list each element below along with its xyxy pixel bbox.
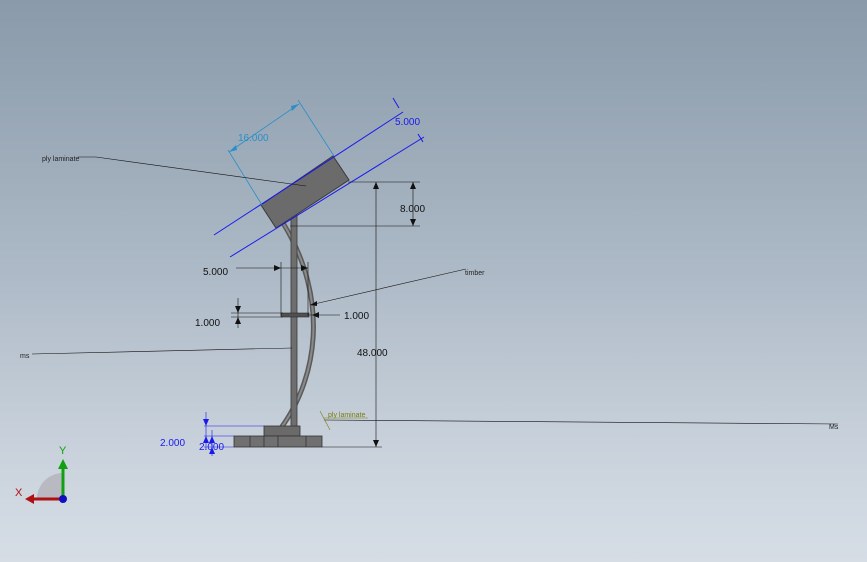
dimension-2: 2.000 2.000 — [160, 412, 264, 456]
cross-plate — [280, 312, 310, 318]
leader-ply-laminate: ply laminate — [42, 156, 307, 187]
dim-8-label[interactable]: 8.000 — [400, 204, 425, 215]
note-ms-left[interactable]: ms — [20, 353, 30, 360]
triad-quarter-disc — [37, 473, 63, 499]
base-bricks — [233, 435, 323, 448]
note-ms-right[interactable]: Ms — [829, 424, 839, 431]
coordinate-triad: Y X — [15, 445, 68, 504]
note-ply-laminate[interactable]: ply laminate — [42, 156, 79, 163]
leader-base-ms: ply laminate Ms — [319, 410, 839, 431]
note-timber[interactable]: timber — [465, 270, 485, 277]
leader-ms-left: ms — [20, 347, 293, 360]
z-axis-dot — [59, 495, 67, 503]
dim-2-right-label[interactable]: 2.000 — [199, 442, 224, 453]
vertical-post — [290, 214, 298, 438]
x-axis-label: X — [15, 487, 23, 499]
dim-5-top-label[interactable]: 5.000 — [395, 117, 420, 128]
note-base-ply[interactable]: ply laminate — [328, 412, 365, 419]
dim-2-left-label[interactable]: 2.000 — [160, 438, 185, 449]
dim-48-label[interactable]: 48.000 — [357, 348, 388, 359]
cad-drawing-canvas[interactable]: 16.000 5.000 8.000 48.000 5.000 1.000 1.… — [0, 0, 867, 562]
dimension-1-left: 1.000 — [195, 298, 283, 329]
dim-5-mid-label[interactable]: 5.000 — [203, 267, 228, 278]
dim-1-right-label[interactable]: 1.000 — [344, 311, 369, 322]
assembly-parts — [233, 155, 350, 448]
base-plate-upper — [263, 425, 301, 437]
y-axis-label: Y — [59, 445, 67, 457]
leader-timber: timber — [309, 268, 485, 306]
dim-1-left-label[interactable]: 1.000 — [195, 318, 220, 329]
dimension-1-right: 1.000 — [309, 311, 369, 322]
dim-16-label[interactable]: 16.000 — [238, 133, 269, 144]
